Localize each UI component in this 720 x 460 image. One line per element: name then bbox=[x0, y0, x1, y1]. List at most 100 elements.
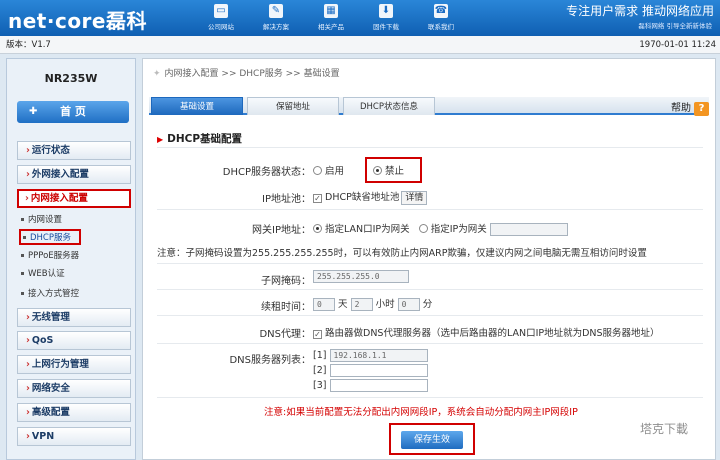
lease-time-field: 0 天 2 小时 0 分 bbox=[313, 296, 432, 311]
help-link[interactable]: 帮助? bbox=[671, 99, 709, 116]
divider bbox=[157, 147, 703, 148]
pool-checkbox[interactable]: ✓ bbox=[313, 194, 322, 203]
sub-slogan: 磊科网络 引导全新新体验 bbox=[638, 22, 712, 30]
menu-vpn[interactable]: › VPN bbox=[17, 427, 131, 446]
dns-list-label: DNS服务器列表： bbox=[229, 355, 311, 366]
subnet-mask-input[interactable]: 255.255.255.0 bbox=[313, 270, 409, 283]
nav-solutions[interactable]: ✎ 解决方案 bbox=[253, 0, 299, 36]
main-panel: ✦ 内网接入配置 >> DHCP服务 >> 基础设置 基础设置 保留地址 DHCP… bbox=[142, 58, 716, 460]
menu-behavior[interactable]: › 上网行为管理 bbox=[17, 355, 131, 374]
subnet-mask-label: 子网掩码： bbox=[261, 276, 311, 287]
ip-pool-label: IP地址池： bbox=[262, 194, 311, 205]
lease-day-input[interactable]: 0 bbox=[313, 298, 335, 311]
bullet-icon bbox=[21, 292, 24, 295]
save-highlight: 保存生效 bbox=[389, 423, 475, 455]
menu-wireless[interactable]: › 无线管理 bbox=[17, 308, 131, 327]
dns-proxy-checkbox[interactable]: ✓ bbox=[313, 330, 322, 339]
status-bar: 版本：V1.7 1970-01-01 11:24 bbox=[0, 36, 720, 54]
lease-hour-input[interactable]: 2 bbox=[350, 298, 373, 311]
brand-logo[interactable]: net·core磊科 bbox=[8, 5, 147, 34]
save-button[interactable]: 保存生效 bbox=[401, 431, 463, 449]
chevron-right-icon: › bbox=[26, 312, 30, 323]
menu-label: 运行状态 bbox=[31, 145, 70, 156]
tab-basic-settings[interactable]: 基础设置 bbox=[151, 97, 243, 115]
divider bbox=[157, 263, 703, 264]
dhcp-disable-option[interactable]: 禁止 bbox=[365, 157, 423, 183]
menu-label: 高级配置 bbox=[31, 407, 70, 418]
nav-firmware[interactable]: ⬇ 固件下载 bbox=[363, 0, 409, 36]
nav-label: 解决方案 bbox=[263, 23, 289, 31]
chevron-right-icon: › bbox=[26, 359, 30, 370]
nav-label: 联系我们 bbox=[428, 23, 454, 31]
menu-lan-config[interactable]: › 内网接入配置 bbox=[17, 189, 131, 208]
nav-company-site[interactable]: ▭ 公司网站 bbox=[198, 0, 244, 36]
pool-check-label: DHCP缺省地址池 bbox=[325, 192, 400, 203]
chevron-right-icon: › bbox=[26, 335, 30, 346]
menu-security[interactable]: › 网络安全 bbox=[17, 379, 131, 398]
menu-label: 内网接入配置 bbox=[30, 193, 88, 204]
firmware-version: 版本：V1.7 bbox=[6, 40, 51, 50]
sub-access-control[interactable]: 接入方式管控 bbox=[21, 287, 79, 299]
sub-label: DHCP服务 bbox=[30, 233, 71, 243]
dns-proxy-text: 路由器做DNS代理服务器（选中后路由器的LAN口IP地址就为DNS服务器地址） bbox=[325, 328, 660, 339]
lease-time-label: 续租时间： bbox=[261, 302, 311, 313]
divider bbox=[157, 289, 703, 290]
triangle-icon: ▶ bbox=[157, 135, 164, 144]
sidebar: NR235W ✚ 首 页 › 运行状态 › 外网接入配置 › 内网接入配置 内网设置 D… bbox=[6, 58, 136, 460]
bullet-icon bbox=[21, 272, 24, 275]
home-button[interactable]: ✚ 首 页 bbox=[17, 101, 129, 123]
dns-row-2: [2] bbox=[313, 364, 428, 377]
menu-run-status[interactable]: › 运行状态 bbox=[17, 141, 131, 160]
menu-wan-config[interactable]: › 外网接入配置 bbox=[17, 165, 131, 184]
watermark-cn: 塔克下載 bbox=[640, 422, 689, 436]
products-icon: ▦ bbox=[324, 4, 338, 18]
bullet-icon bbox=[21, 218, 24, 221]
lease-min-input[interactable]: 0 bbox=[397, 298, 420, 311]
gateway-ip-input[interactable] bbox=[489, 223, 568, 236]
radio-custom-gateway[interactable] bbox=[418, 224, 428, 233]
chevron-right-icon: › bbox=[26, 431, 30, 442]
nav-contact[interactable]: ☎ 联系我们 bbox=[418, 0, 464, 36]
dns-proxy-label: DNS代理： bbox=[259, 329, 311, 340]
tab-dhcp-status[interactable]: DHCP状态信息 bbox=[343, 97, 435, 115]
sub-label: 内网设置 bbox=[28, 215, 63, 225]
dns-index: [1] bbox=[313, 350, 327, 361]
section-title-text: DHCP基础配置 bbox=[167, 133, 243, 145]
chevron-right-icon: › bbox=[26, 383, 30, 394]
sub-label: WEB认证 bbox=[28, 269, 65, 279]
section-title: ▶ DHCP基础配置 bbox=[157, 131, 242, 146]
dns-proxy-field: ✓ 路由器做DNS代理服务器（选中后路由器的LAN口IP地址就为DNS服务器地址） bbox=[313, 325, 660, 339]
dns2-input[interactable] bbox=[329, 364, 428, 377]
sub-dhcp-service[interactable]: DHCP服务 bbox=[19, 229, 81, 245]
sub-lan-settings[interactable]: 内网设置 bbox=[21, 213, 62, 225]
sub-web-auth[interactable]: WEB认证 bbox=[21, 267, 65, 279]
divider bbox=[157, 397, 703, 398]
radio-enable[interactable] bbox=[313, 166, 322, 175]
sub-pppoe-server[interactable]: PPPoE服务器 bbox=[21, 249, 79, 261]
nav-label: 相关产品 bbox=[318, 23, 344, 31]
tab-reserved-address[interactable]: 保留地址 bbox=[247, 97, 339, 115]
radio-lan-gateway[interactable] bbox=[313, 224, 322, 233]
top-header: net·core磊科 ▭ 公司网站 ✎ 解决方案 ▦ 相关产品 ⬇ 固件下载 ☎ 联系我们… bbox=[0, 0, 720, 36]
subnet-mask-field: 255.255.255.0 bbox=[313, 270, 409, 283]
dns3-input[interactable] bbox=[329, 379, 428, 392]
nav-label: 公司网站 bbox=[208, 23, 234, 31]
menu-advanced[interactable]: › 高级配置 bbox=[17, 403, 131, 422]
chevron-right-icon: › bbox=[26, 407, 30, 418]
unit-label: 天 bbox=[338, 299, 348, 310]
ip-pool-field: ✓ DHCP缺省地址池 详情 bbox=[313, 189, 428, 205]
nav-products[interactable]: ▦ 相关产品 bbox=[308, 0, 354, 36]
dhcp-enable-option[interactable]: 启用 bbox=[313, 163, 344, 177]
sub-label: PPPoE服务器 bbox=[28, 251, 80, 261]
gateway-field: 指定LAN口IP为网关 指定IP为网关 bbox=[313, 221, 568, 236]
nav-label: 固件下载 bbox=[373, 23, 399, 31]
radio-disable[interactable] bbox=[373, 166, 382, 175]
pool-detail-button[interactable]: 详情 bbox=[401, 190, 428, 205]
top-nav: ▭ 公司网站 ✎ 解决方案 ▦ 相关产品 ⬇ 固件下载 ☎ 联系我们 bbox=[198, 0, 473, 36]
chevron-right-icon: › bbox=[26, 169, 30, 180]
menu-label: 无线管理 bbox=[31, 312, 70, 323]
chevron-right-icon: › bbox=[25, 193, 29, 204]
menu-label: VPN bbox=[31, 431, 55, 442]
dns1-input[interactable]: 192.168.1.1 bbox=[329, 349, 428, 362]
menu-qos[interactable]: › QoS bbox=[17, 331, 131, 350]
